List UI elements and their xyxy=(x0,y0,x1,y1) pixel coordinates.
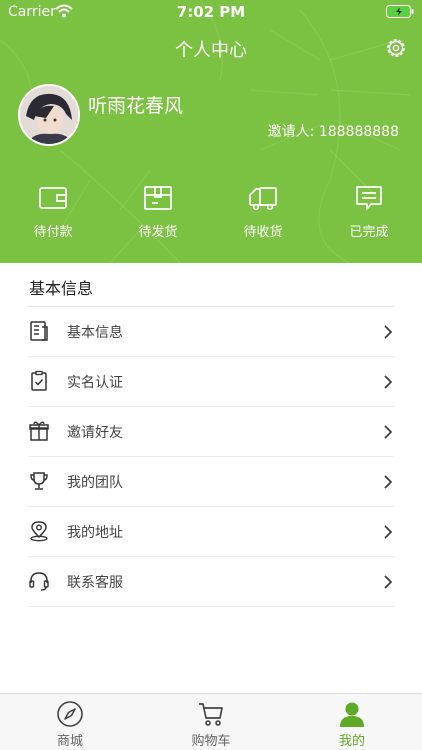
order-label: 已完成 xyxy=(349,225,389,240)
menu-item-invite[interactable]: 邀请好友 xyxy=(28,407,394,457)
clipboard-check-icon xyxy=(31,370,47,391)
location-icon xyxy=(30,521,48,542)
tab-label: 商城 xyxy=(56,734,83,749)
section-title: 基本信息 xyxy=(29,279,94,298)
order-label: 待付款 xyxy=(33,225,73,240)
chevron-right-icon xyxy=(384,525,393,539)
menu-item-real-name[interactable]: 实名认证 xyxy=(28,357,394,407)
menu-item-label: 实名认证 xyxy=(67,375,123,391)
order-completed[interactable]: 已完成 xyxy=(329,182,409,244)
order-status-bar: 待付款 待发货 待收货 已完成 xyxy=(0,182,422,244)
settings-menu: 基本信息 实名认证 邀请好友 我的团队 我的地址 联系客服 xyxy=(28,307,394,607)
tab-cart[interactable]: 购物车 xyxy=(141,694,281,750)
settings-gear-icon[interactable] xyxy=(384,36,408,60)
box-icon xyxy=(144,186,172,210)
user-icon xyxy=(340,702,364,727)
tab-mine[interactable]: 我的 xyxy=(282,694,422,750)
order-pending-shipment[interactable]: 待发货 xyxy=(118,182,198,244)
chevron-right-icon xyxy=(384,475,393,489)
profile-header: Carrier 7:02 PM 个人中心 听雨花春风 邀请人: 18888888… xyxy=(0,0,422,263)
gift-icon xyxy=(29,421,49,441)
wallet-icon xyxy=(39,187,67,209)
tab-label: 我的 xyxy=(338,734,365,749)
menu-item-customer-service[interactable]: 联系客服 xyxy=(28,557,394,607)
status-time: 7:02 PM xyxy=(176,3,246,21)
chevron-right-icon xyxy=(384,425,393,439)
menu-item-label: 联系客服 xyxy=(67,575,123,591)
cart-icon xyxy=(199,703,223,726)
tab-bar: 商城 购物车 我的 xyxy=(0,693,422,750)
document-icon xyxy=(30,321,48,341)
username: 听雨花春风 xyxy=(88,95,184,117)
avatar-illustration xyxy=(20,86,78,144)
menu-item-address[interactable]: 我的地址 xyxy=(28,507,394,557)
tab-mall[interactable]: 商城 xyxy=(0,694,140,750)
menu-item-label: 基本信息 xyxy=(67,325,123,341)
menu-item-team[interactable]: 我的团队 xyxy=(28,457,394,507)
avatar[interactable] xyxy=(18,84,80,146)
inviter-label: 邀请人: 188888888 xyxy=(267,124,399,140)
order-pending-receipt[interactable]: 待收货 xyxy=(223,182,303,244)
tab-label: 购物车 xyxy=(191,734,231,749)
order-label: 待发货 xyxy=(138,225,178,240)
compass-icon xyxy=(57,701,83,727)
menu-item-label: 我的团队 xyxy=(67,475,123,491)
order-label: 待收货 xyxy=(243,225,283,240)
chevron-right-icon xyxy=(384,325,393,339)
menu-item-basic-info[interactable]: 基本信息 xyxy=(28,307,394,357)
message-icon xyxy=(356,186,382,210)
page-title: 个人中心 xyxy=(175,40,247,61)
truck-icon xyxy=(249,187,277,211)
menu-item-label: 我的地址 xyxy=(67,525,123,541)
chevron-right-icon xyxy=(384,375,393,389)
headset-icon xyxy=(29,572,49,591)
order-pending-payment[interactable]: 待付款 xyxy=(13,182,93,244)
chevron-right-icon xyxy=(384,575,393,589)
trophy-icon xyxy=(30,472,48,490)
status-bar: Carrier 7:02 PM xyxy=(0,0,422,24)
battery-icon xyxy=(386,5,414,18)
menu-item-label: 邀请好友 xyxy=(67,425,123,441)
